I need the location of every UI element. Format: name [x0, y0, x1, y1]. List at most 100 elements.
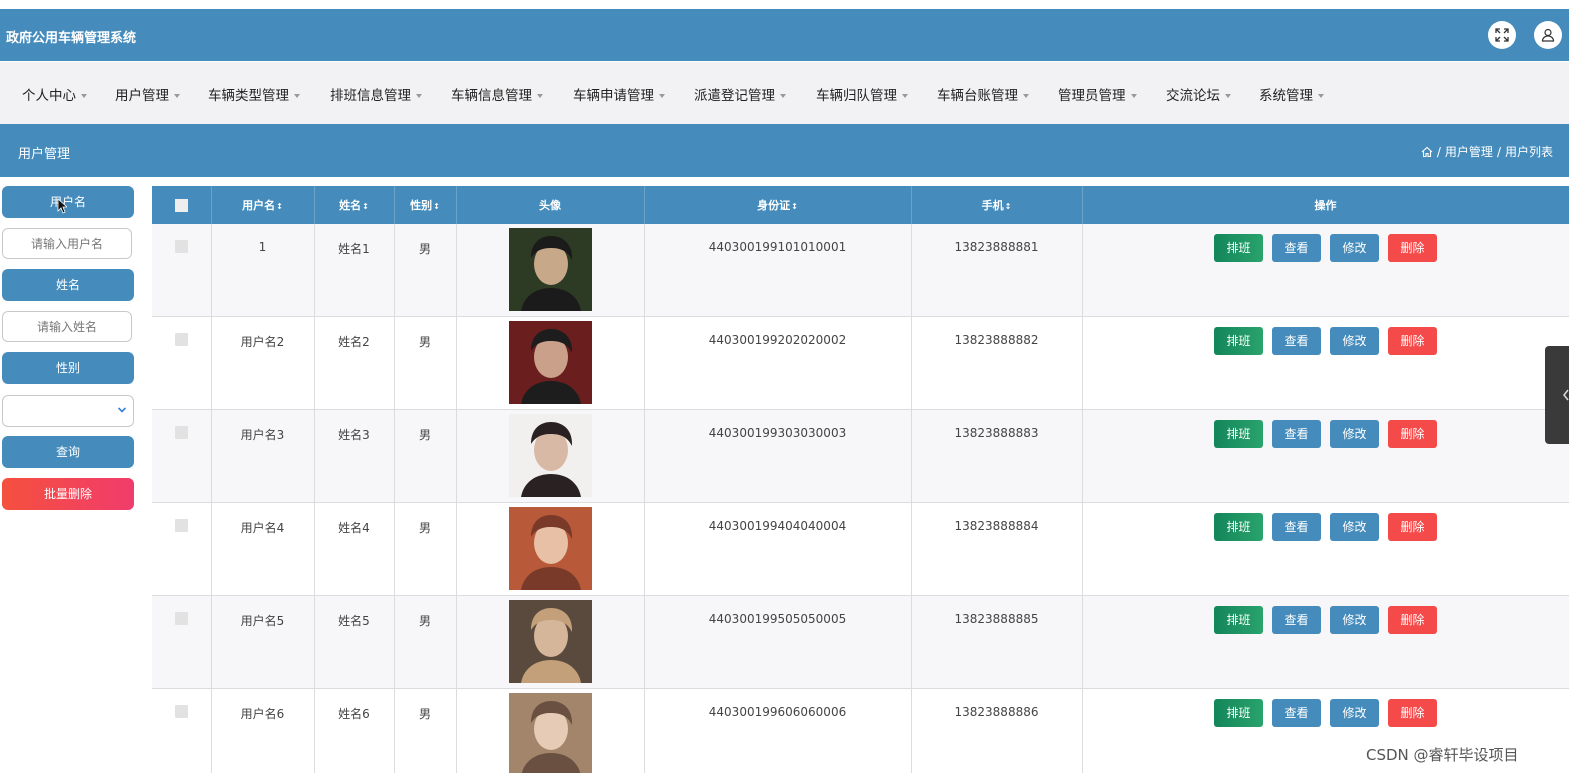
phone-cell: 13823888886: [911, 688, 1083, 773]
delete-button[interactable]: 删除: [1388, 327, 1437, 355]
nav-item-schedule-info[interactable]: 排班信息管理: [330, 84, 422, 104]
username-input[interactable]: [2, 228, 132, 259]
home-icon[interactable]: [1421, 146, 1433, 158]
edit-button[interactable]: 修改: [1330, 234, 1379, 262]
name-cell: 姓名5: [314, 595, 395, 689]
edit-button[interactable]: 修改: [1330, 420, 1379, 448]
edit-button[interactable]: 修改: [1330, 513, 1379, 541]
avatar-cell: [456, 502, 645, 596]
breadcrumb-item-user-list: 用户列表: [1504, 145, 1553, 159]
schedule-button[interactable]: 排班: [1214, 606, 1263, 634]
caret-down-icon: [1318, 94, 1324, 98]
avatar-cell: [456, 409, 645, 503]
breadcrumb: / 用户管理 / 用户列表: [1421, 143, 1553, 160]
caret-down-icon: [1130, 94, 1137, 98]
schedule-button[interactable]: 排班: [1214, 234, 1263, 262]
view-button[interactable]: 查看: [1272, 606, 1321, 634]
actions-cell: 排班 查看 修改 删除: [1082, 595, 1569, 689]
edit-button[interactable]: 修改: [1330, 606, 1379, 634]
caret-down-icon: [81, 94, 87, 98]
sort-icon: ↕: [791, 201, 798, 211]
sort-icon: ↕: [276, 201, 283, 211]
avatar-image: [508, 414, 592, 497]
actions-cell: 排班 查看 修改 删除: [1082, 316, 1569, 410]
gender-cell: 男: [394, 224, 457, 317]
nav-item-dispatch-registration[interactable]: 派遣登记管理: [694, 84, 786, 104]
row-checkbox[interactable]: [174, 240, 188, 253]
delete-button[interactable]: 删除: [1388, 234, 1437, 262]
avatar-cell: [456, 316, 645, 410]
page-title: 用户管理: [18, 147, 71, 162]
edit-button[interactable]: 修改: [1330, 327, 1379, 355]
row-checkbox[interactable]: [174, 612, 188, 625]
row-checkbox[interactable]: [174, 705, 188, 718]
id-card-cell: 440300199505050005: [644, 595, 912, 689]
fullscreen-icon: [1495, 28, 1509, 42]
column-header-username[interactable]: 用户名↕: [211, 186, 315, 224]
fullscreen-button[interactable]: [1488, 21, 1516, 49]
schedule-button[interactable]: 排班: [1214, 513, 1263, 541]
nav-item-vehicle-type[interactable]: 车辆类型管理: [208, 84, 300, 104]
breadcrumb-item-user-management[interactable]: 用户管理: [1445, 143, 1493, 160]
row-select-cell: [152, 409, 212, 503]
column-header-gender[interactable]: 性别↕: [394, 186, 457, 224]
batch-delete-button[interactable]: 批量删除: [2, 478, 134, 510]
nav-item-vehicle-ledger[interactable]: 车辆台账管理: [937, 84, 1029, 104]
user-account-button[interactable]: [1534, 21, 1562, 49]
nav-item-user-management[interactable]: 用户管理: [115, 84, 180, 104]
gender-cell: 男: [394, 688, 457, 773]
username-cell: 1: [211, 224, 315, 317]
table-row: 用户名3 姓名3 男 440300199303030003 13823888883 排班查…: [152, 409, 1569, 503]
view-button[interactable]: 查看: [1272, 513, 1321, 541]
username-cell: 用户名3: [211, 409, 315, 503]
schedule-button[interactable]: 排班: [1214, 699, 1263, 727]
nav-item-system-management[interactable]: 系统管理: [1259, 84, 1324, 104]
sort-icon: ↕: [1004, 201, 1012, 211]
query-button[interactable]: 查询: [2, 436, 134, 468]
edit-button[interactable]: 修改: [1330, 699, 1379, 727]
table-header-row: 用户名↕ 姓名↕ 性别↕ 头像 身份证↕ 手机↕ 操作: [152, 186, 1569, 224]
name-cell: 姓名4: [314, 502, 395, 596]
row-select-cell: [152, 595, 212, 689]
row-checkbox[interactable]: [174, 519, 188, 532]
view-button[interactable]: 查看: [1272, 327, 1321, 355]
side-drawer-handle[interactable]: [1545, 346, 1569, 444]
schedule-button[interactable]: 排班: [1214, 327, 1263, 355]
column-header-phone[interactable]: 手机↕: [911, 186, 1083, 224]
row-checkbox[interactable]: [174, 426, 188, 439]
nav-item-vehicle-return[interactable]: 车辆归队管理: [816, 84, 908, 104]
table-row: 用户名2 姓名2 男 440300199202020002 13823888882 排班查…: [152, 316, 1569, 410]
row-checkbox[interactable]: [174, 333, 188, 346]
username-cell: 用户名5: [211, 595, 315, 689]
view-button[interactable]: 查看: [1272, 234, 1321, 262]
nav-item-forum[interactable]: 交流论坛: [1166, 84, 1231, 104]
nav-item-vehicle-request[interactable]: 车辆申请管理: [573, 84, 665, 104]
id-card-cell: 440300199404040004: [644, 502, 912, 596]
column-header-name[interactable]: 姓名↕: [314, 186, 395, 224]
name-input[interactable]: [2, 311, 132, 342]
user-table: 用户名↕ 姓名↕ 性别↕ 头像 身份证↕ 手机↕ 操作 1 姓名1 男 4403001…: [152, 186, 1569, 773]
delete-button[interactable]: 删除: [1388, 420, 1437, 448]
user-table-container: 用户名↕ 姓名↕ 性别↕ 头像 身份证↕ 手机↕ 操作 1 姓名1 男 4403001…: [152, 186, 1569, 773]
gender-select[interactable]: [2, 395, 134, 427]
nav-item-personal-center[interactable]: 个人中心: [22, 84, 87, 104]
column-header-actions: 操作: [1082, 186, 1569, 224]
row-select-cell: [152, 502, 212, 596]
phone-cell: 13823888885: [911, 595, 1083, 689]
view-button[interactable]: 查看: [1272, 420, 1321, 448]
table-row: 用户名6 姓名6 男 440300199606060006 13823888886 排班查…: [152, 688, 1569, 773]
view-button[interactable]: 查看: [1272, 699, 1321, 727]
avatar-cell: [456, 595, 645, 689]
delete-button[interactable]: 删除: [1388, 513, 1437, 541]
nav-item-vehicle-info[interactable]: 车辆信息管理: [451, 84, 543, 104]
row-select-cell: [152, 224, 212, 317]
delete-button[interactable]: 删除: [1388, 606, 1437, 634]
phone-cell: 13823888883: [911, 409, 1083, 503]
column-header-id-card[interactable]: 身份证↕: [644, 186, 912, 224]
column-header-avatar: 头像: [456, 186, 645, 224]
name-cell: 姓名1: [314, 224, 395, 317]
delete-button[interactable]: 删除: [1388, 699, 1437, 727]
select-all-checkbox[interactable]: [174, 198, 188, 212]
schedule-button[interactable]: 排班: [1214, 420, 1263, 448]
nav-item-admin-management[interactable]: 管理员管理: [1058, 84, 1137, 104]
